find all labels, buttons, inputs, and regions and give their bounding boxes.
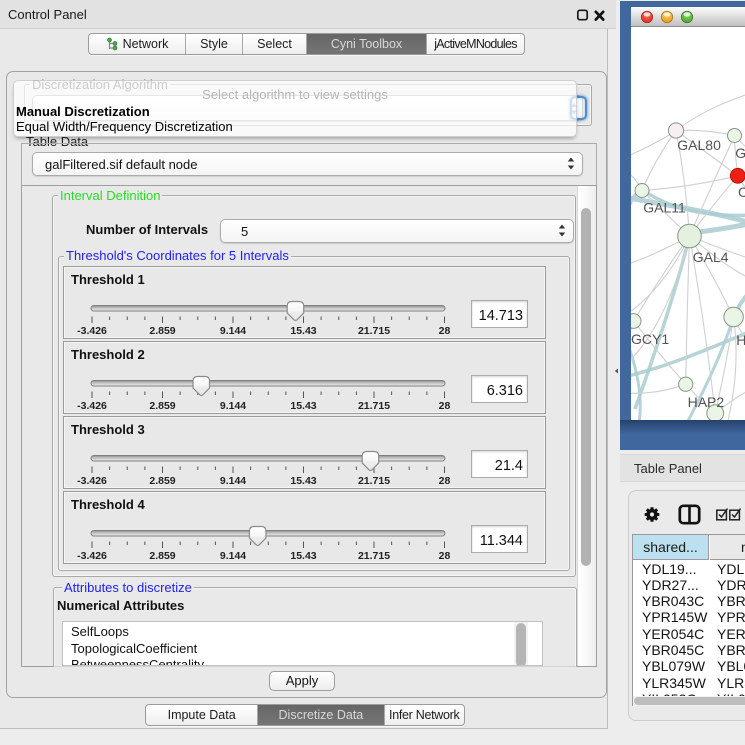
svg-text:21.715: 21.715 (358, 550, 390, 562)
svg-text:-3.426: -3.426 (77, 550, 107, 562)
svg-text:-3.426: -3.426 (77, 475, 107, 487)
svg-text:9.144: 9.144 (220, 475, 246, 487)
svg-text:21.715: 21.715 (358, 475, 390, 487)
svg-text:15.43: 15.43 (290, 475, 316, 487)
svg-text:GAL4: GAL4 (693, 249, 729, 265)
svg-text:H: H (736, 332, 745, 348)
svg-text:9.144: 9.144 (220, 325, 246, 337)
svg-text:-3.426: -3.426 (77, 325, 107, 337)
svg-text:GA: GA (735, 145, 745, 161)
svg-text:2.859: 2.859 (149, 325, 175, 337)
svg-text:C: C (738, 184, 745, 200)
svg-text:21.715: 21.715 (358, 400, 390, 412)
svg-text:HAP2: HAP2 (688, 394, 725, 410)
svg-text:28: 28 (439, 400, 451, 412)
svg-text:GAL11: GAL11 (643, 199, 686, 215)
svg-text:9.144: 9.144 (220, 550, 246, 562)
svg-text:28: 28 (439, 475, 451, 487)
svg-text:15.43: 15.43 (290, 325, 316, 337)
svg-text:2.859: 2.859 (149, 475, 175, 487)
svg-text:GCY1: GCY1 (631, 331, 669, 347)
svg-text:2.859: 2.859 (149, 550, 175, 562)
svg-text:28: 28 (439, 325, 451, 337)
svg-text:-3.426: -3.426 (77, 400, 107, 412)
svg-text:15.43: 15.43 (290, 400, 316, 412)
svg-text:15.43: 15.43 (290, 550, 316, 562)
svg-text:21.715: 21.715 (358, 325, 390, 337)
svg-text:2.859: 2.859 (149, 400, 175, 412)
svg-text:GAL80: GAL80 (677, 137, 721, 153)
svg-text:28: 28 (439, 550, 451, 562)
svg-text:9.144: 9.144 (220, 400, 246, 412)
